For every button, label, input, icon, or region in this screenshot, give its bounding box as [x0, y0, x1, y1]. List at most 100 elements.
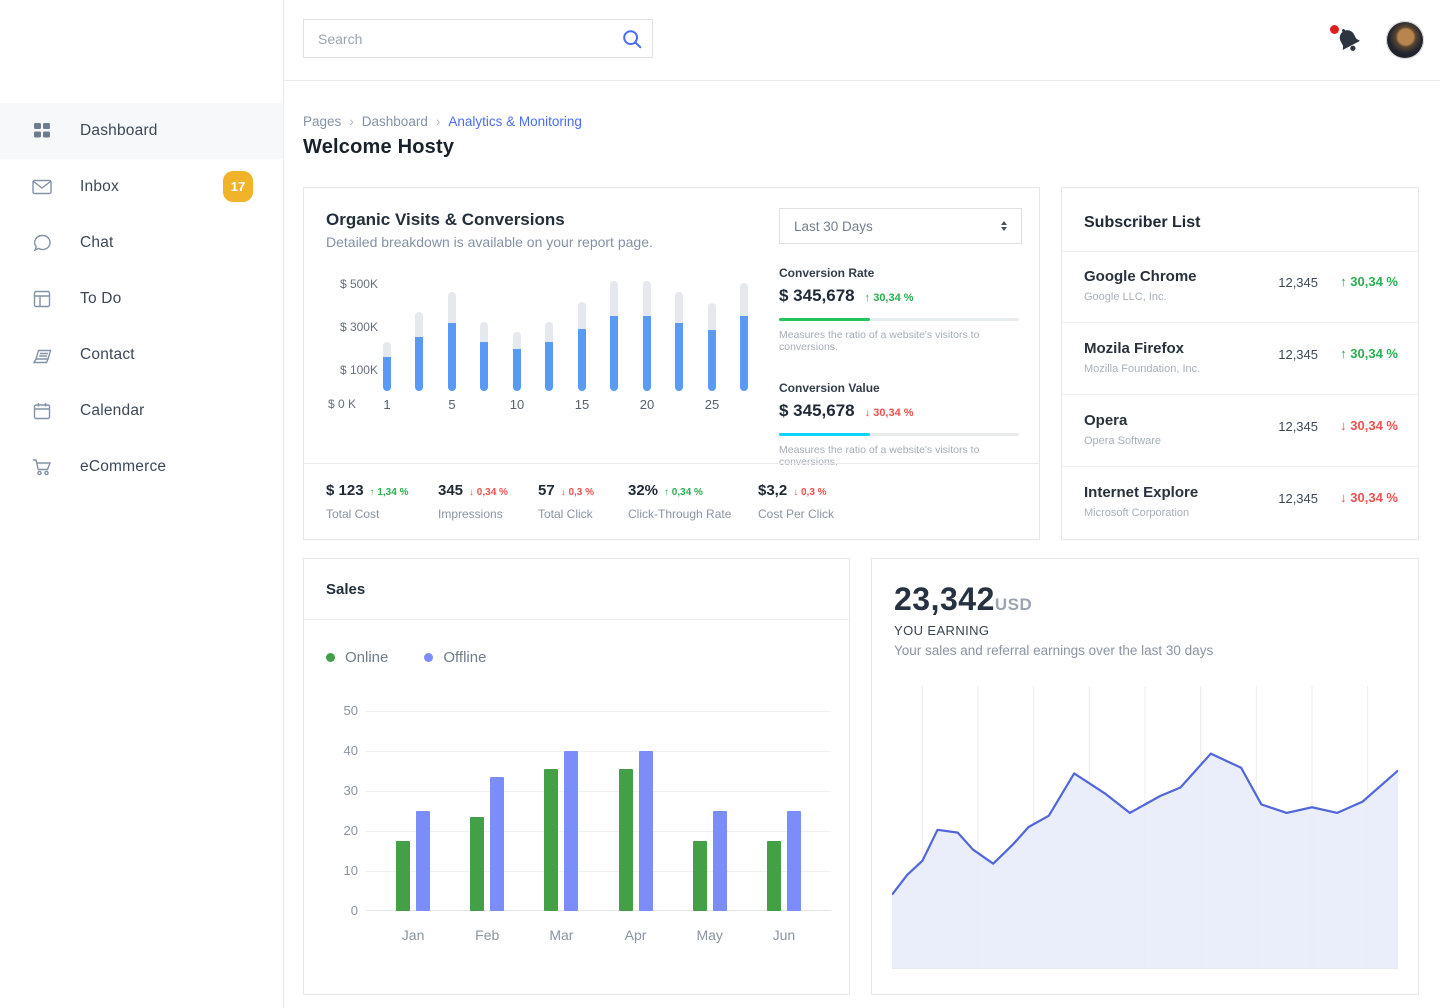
conversion-metrics-panel: Conversion Rate $ 345,678↑ 30,34 % Measu…: [779, 266, 1019, 496]
stat-total-click: 57↓ 0,3 % Total Click: [538, 464, 628, 540]
dashboard-grid-icon: [32, 121, 52, 141]
sales-bar-online: [544, 769, 558, 911]
metric-value: $ 345,678: [779, 401, 855, 421]
legend-item-offline: Offline: [424, 649, 486, 666]
date-range-value: Last 30 Days: [794, 219, 873, 234]
subscriber-count: 12,345: [1278, 419, 1318, 434]
y-axis-tick: $ 500K: [340, 277, 378, 291]
earnings-card: 23,342USD YOU EARNING Your sales and ref…: [871, 558, 1419, 995]
notifications-button[interactable]: [1328, 22, 1364, 58]
stat-value: $3,2: [758, 482, 787, 499]
conversion-value-metric: Conversion Value $ 345,678↓ 30,34 % Meas…: [779, 381, 1019, 468]
earnings-subtitle: Your sales and referral earnings over th…: [894, 643, 1213, 658]
x-axis-tick: Apr: [616, 927, 656, 943]
calendar-icon: [32, 401, 52, 421]
organic-bar: [415, 275, 423, 391]
x-axis-tick: May: [690, 927, 730, 943]
shopping-cart-icon: [32, 457, 52, 477]
y-axis-tick: 10: [326, 863, 358, 878]
inbox-unread-badge: 17: [223, 171, 253, 202]
sidebar-nav: Dashboard Inbox 17 Chat To Do Cont: [0, 81, 283, 495]
breadcrumb-dashboard[interactable]: Dashboard: [362, 114, 428, 129]
subscriber-delta: ↓ 30,34 %: [1318, 418, 1398, 433]
sidebar-item-ecommerce[interactable]: eCommerce: [0, 439, 283, 495]
y-axis-tick: 0: [326, 903, 358, 918]
sidebar-item-dashboard[interactable]: Dashboard: [0, 103, 283, 159]
subscriber-name: Internet Explore: [1084, 484, 1198, 501]
subscriber-name: Google Chrome: [1084, 268, 1197, 285]
date-range-select[interactable]: Last 30 Days: [779, 208, 1022, 244]
breadcrumb-current[interactable]: Analytics & Monitoring: [448, 114, 582, 129]
stat-delta: ↓ 0,3 %: [561, 487, 594, 498]
breadcrumb-separator: ›: [349, 114, 354, 129]
sales-plot-area: [366, 711, 831, 911]
stat-label: Click-Through Rate: [628, 507, 758, 521]
x-axis-tick: Jun: [764, 927, 804, 943]
earnings-currency: USD: [995, 595, 1032, 614]
stat-label: Impressions: [438, 507, 538, 521]
contact-book-icon: [32, 345, 52, 365]
sales-legend: Online Offline: [326, 649, 486, 666]
sidebar-item-contact[interactable]: Contact: [0, 327, 283, 383]
x-axis-tick: 1: [383, 397, 390, 412]
x-axis-tick: 10: [510, 397, 524, 412]
y-axis-tick: 40: [326, 743, 358, 758]
sales-card: Sales Online Offline 50403020100JanFebMa…: [303, 558, 850, 995]
sidebar-item-label: Dashboard: [80, 122, 158, 140]
organic-stats-row: $ 123↑ 1,34 % Total Cost 345↓ 0,34 % Imp…: [304, 463, 1039, 540]
search-icon[interactable]: [612, 20, 652, 58]
sales-bar-online: [693, 841, 707, 911]
organic-bar: [448, 275, 456, 391]
page-title: Welcome Hosty: [303, 136, 454, 159]
subscriber-row-opera: Opera Opera Software 12,345 ↓ 30,34 %: [1062, 395, 1418, 467]
subscriber-count: 12,345: [1278, 491, 1318, 506]
metric-description: Measures the ratio of a website's visito…: [779, 329, 1019, 353]
sidebar-item-chat[interactable]: Chat: [0, 215, 283, 271]
subscriber-list-title: Subscriber List: [1084, 214, 1200, 232]
subscriber-count: 12,345: [1278, 275, 1318, 290]
sales-bar-offline: [713, 811, 727, 911]
sales-bar-offline: [639, 751, 653, 911]
sales-card-title: Sales: [326, 581, 365, 598]
sidebar-item-inbox[interactable]: Inbox 17: [0, 159, 283, 215]
organic-bar: [708, 275, 716, 391]
organic-bar: [643, 275, 651, 391]
todo-layout-icon: [32, 289, 52, 309]
stat-value: 57: [538, 482, 555, 499]
select-caret-icon: [1001, 221, 1007, 231]
breadcrumb-pages[interactable]: Pages: [303, 114, 341, 129]
x-axis-tick: 15: [575, 397, 589, 412]
envelope-icon: [32, 177, 52, 197]
sales-bar-group: [693, 811, 727, 911]
sales-bar-online: [619, 769, 633, 911]
stat-delta: ↑ 0,34 %: [664, 487, 703, 498]
sidebar: Dashboard Inbox 17 Chat To Do Cont: [0, 0, 284, 1008]
organic-bar: [545, 275, 553, 391]
sidebar-item-label: Chat: [80, 234, 114, 252]
subscriber-row-mozila-firefox: Mozila Firefox Mozilla Foundation, Inc. …: [1062, 323, 1418, 395]
sales-bar-group: [396, 811, 430, 911]
sidebar-item-label: Inbox: [80, 178, 119, 196]
sales-bar-group: [619, 751, 653, 911]
stat-click-through-rate: 32%↑ 0,34 % Click-Through Rate: [628, 464, 758, 540]
metric-progress-track: [779, 318, 1019, 321]
sales-bar-offline: [787, 811, 801, 911]
subscriber-row-google-chrome: Google Chrome Google LLC, Inc. 12,345 ↑ …: [1062, 251, 1418, 323]
legend-dot-online: [326, 653, 335, 662]
stat-value: 345: [438, 482, 463, 499]
search-input[interactable]: [304, 31, 612, 47]
sidebar-item-label: Contact: [80, 346, 135, 364]
sidebar-item-label: Calendar: [80, 402, 145, 420]
x-axis-tick: Mar: [541, 927, 581, 943]
divider: [304, 619, 849, 620]
subscriber-name: Mozila Firefox: [1084, 340, 1184, 357]
sidebar-item-label: To Do: [80, 290, 122, 308]
y-axis-tick: 30: [326, 783, 358, 798]
x-axis-tick: 5: [448, 397, 455, 412]
organic-bar: [578, 275, 586, 391]
sidebar-item-calendar[interactable]: Calendar: [0, 383, 283, 439]
logo-area: [0, 0, 283, 81]
sidebar-item-todo[interactable]: To Do: [0, 271, 283, 327]
user-avatar[interactable]: [1386, 21, 1424, 59]
earnings-area-chart: [892, 686, 1398, 969]
